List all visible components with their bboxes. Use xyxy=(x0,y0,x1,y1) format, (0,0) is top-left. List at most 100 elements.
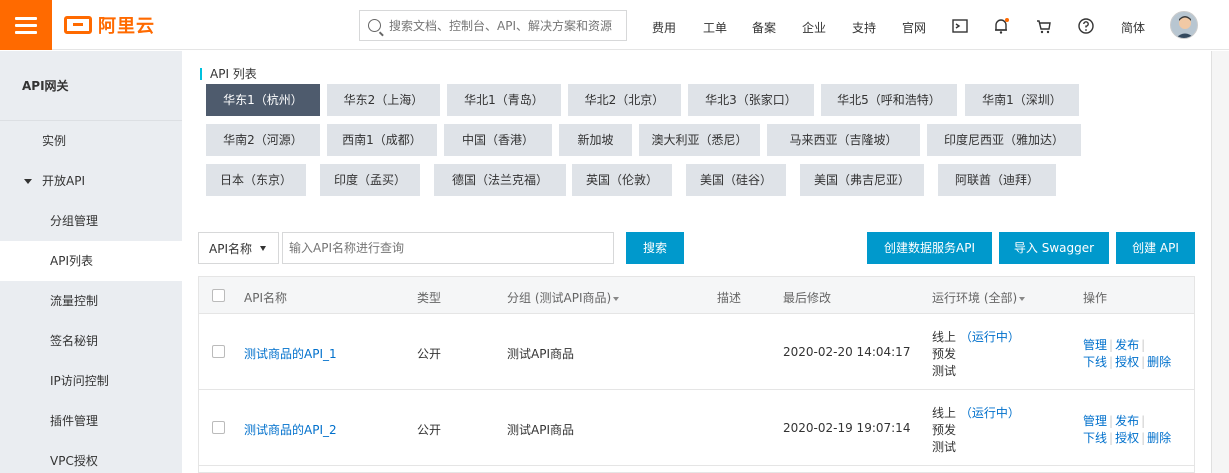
api-group: 测试API商品 xyxy=(507,423,574,437)
authorize-link[interactable]: 授权 xyxy=(1115,355,1139,369)
nav-icp[interactable]: 备案 xyxy=(752,19,776,36)
manage-link[interactable]: 管理 xyxy=(1083,338,1107,352)
region-tab[interactable]: 马来西亚（吉隆坡） xyxy=(767,124,920,156)
env-running-status[interactable]: （运行中） xyxy=(960,330,1020,344)
api-type: 公开 xyxy=(417,347,442,361)
sidebar-item-sign-key[interactable]: 签名秘钥 xyxy=(0,321,182,361)
global-search[interactable] xyxy=(359,10,627,41)
user-avatar-icon xyxy=(1171,12,1197,38)
region-tab[interactable]: 阿联酋（迪拜） xyxy=(938,164,1056,196)
publish-link[interactable]: 发布 xyxy=(1115,338,1139,352)
api-name-link[interactable]: 测试商品的API_2 xyxy=(244,421,337,438)
nav-website[interactable]: 官网 xyxy=(902,19,926,36)
delete-link[interactable]: 删除 xyxy=(1147,431,1171,445)
sidebar-group-open-api[interactable]: 开放API xyxy=(0,161,182,201)
chevron-down-icon xyxy=(1019,296,1026,301)
authorize-link[interactable]: 授权 xyxy=(1115,431,1139,445)
aliyun-logo-icon xyxy=(64,16,92,34)
filter-select-value: API名称 xyxy=(209,241,252,256)
help-icon[interactable] xyxy=(1077,17,1095,35)
env-running-status[interactable]: （运行中） xyxy=(960,406,1020,420)
region-tab[interactable]: 华东2（上海） xyxy=(327,84,440,116)
avatar[interactable] xyxy=(1170,11,1198,39)
offline-link[interactable]: 下线 xyxy=(1083,431,1107,445)
region-tab[interactable]: 澳大利亚（悉尼） xyxy=(639,124,760,156)
filter-select[interactable]: API名称 xyxy=(198,232,279,264)
nav-support[interactable]: 支持 xyxy=(852,19,876,36)
language-switch[interactable]: 简体 xyxy=(1121,19,1145,36)
select-all-checkbox[interactable] xyxy=(212,289,225,302)
offline-link[interactable]: 下线 xyxy=(1083,355,1107,369)
nav-enterprise[interactable]: 企业 xyxy=(802,19,826,36)
column-header-env-label: 运行环境 (全部) xyxy=(932,291,1018,305)
row-checkbox[interactable] xyxy=(212,421,225,434)
sidebar-item-instance[interactable]: 实例 xyxy=(0,121,182,161)
region-tab[interactable]: 新加坡 xyxy=(559,124,632,156)
terminal-icon[interactable] xyxy=(951,17,969,35)
region-tab[interactable]: 华北1（青岛） xyxy=(447,84,561,116)
sidebar-item-plugin-mgmt[interactable]: 插件管理 xyxy=(0,401,182,441)
region-tab[interactable]: 英国（伦敦） xyxy=(572,164,672,196)
api-type: 公开 xyxy=(417,423,442,437)
nav-fees[interactable]: 费用 xyxy=(652,19,676,36)
api-name-link[interactable]: 测试商品的API_1 xyxy=(244,345,337,362)
region-tab[interactable]: 印度（孟买） xyxy=(320,164,420,196)
sidebar: API网关 实例 开放API 分组管理 API列表 流量控制 签名秘钥 IP访问… xyxy=(0,51,182,473)
region-tab[interactable]: 华北2（北京） xyxy=(568,84,681,116)
sidebar-item-group-mgmt[interactable]: 分组管理 xyxy=(0,201,182,241)
global-search-input[interactable] xyxy=(389,18,619,33)
scrollbar[interactable] xyxy=(1211,51,1229,473)
bell-icon[interactable] xyxy=(992,17,1010,35)
sidebar-item-flow-control[interactable]: 流量控制 xyxy=(0,281,182,321)
sidebar-item-api-list[interactable]: API列表 xyxy=(0,241,182,281)
column-header-group[interactable]: 分组 (测试API商品) xyxy=(507,289,620,306)
api-name-search-input[interactable] xyxy=(282,232,614,264)
chevron-down-icon xyxy=(613,296,620,301)
api-modified: 2020-02-19 19:07:14 xyxy=(783,421,911,435)
env-test: 测试 xyxy=(932,364,957,378)
region-tab[interactable]: 中国（香港） xyxy=(444,124,552,156)
logo[interactable]: 阿里云 xyxy=(64,14,155,37)
region-tab[interactable]: 华东1（杭州） xyxy=(206,84,320,116)
region-tab[interactable]: 华南2（河源） xyxy=(206,124,320,156)
region-tab[interactable]: 日本（东京） xyxy=(206,164,306,196)
column-header-modified: 最后修改 xyxy=(783,291,832,305)
logo-text: 阿里云 xyxy=(98,16,155,37)
column-header-env[interactable]: 运行环境 (全部) xyxy=(932,289,1026,306)
create-data-service-api-button[interactable]: 创建数据服务API xyxy=(867,232,992,264)
table-header: API名称 类型 分组 (测试API商品) 描述 最后修改 运行环境 (全部) … xyxy=(199,277,1194,314)
region-tab[interactable]: 美国（硅谷） xyxy=(686,164,786,196)
nav-tickets[interactable]: 工单 xyxy=(703,19,727,36)
ops-line-1: 管理 | 发布 | xyxy=(1083,338,1146,352)
ops-line-1: 管理 | 发布 | xyxy=(1083,414,1146,428)
publish-link[interactable]: 发布 xyxy=(1115,414,1139,428)
env-pre: 预发 xyxy=(932,347,957,361)
region-tab[interactable]: 美国（弗吉尼亚） xyxy=(800,164,924,196)
sidebar-item-ip-control[interactable]: IP访问控制 xyxy=(0,361,182,401)
menu-icon[interactable] xyxy=(0,0,52,50)
search-icon xyxy=(368,19,381,32)
delete-link[interactable]: 删除 xyxy=(1147,355,1171,369)
column-header-group-label: 分组 (测试API商品) xyxy=(507,291,612,305)
column-header-type: 类型 xyxy=(417,291,442,305)
region-tab[interactable]: 华北3（张家口） xyxy=(688,84,814,116)
column-header-desc: 描述 xyxy=(717,291,742,305)
env-online: 线上 （运行中） xyxy=(932,328,1020,345)
region-tab[interactable]: 华南1（深圳） xyxy=(965,84,1079,116)
search-button[interactable]: 搜索 xyxy=(626,232,684,264)
env-test: 测试 xyxy=(932,440,957,454)
region-tab[interactable]: 印度尼西亚（雅加达） xyxy=(927,124,1081,156)
cart-icon[interactable] xyxy=(1035,17,1053,35)
create-api-button[interactable]: 创建 API xyxy=(1116,232,1195,264)
region-tab[interactable]: 西南1（成都） xyxy=(327,124,437,156)
import-swagger-button[interactable]: 导入 Swagger xyxy=(999,232,1109,264)
env-pre: 预发 xyxy=(932,423,957,437)
top-bar: 阿里云 费用 工单 备案 企业 支持 官网 简体 xyxy=(0,0,1229,50)
region-tab[interactable]: 华北5（呼和浩特） xyxy=(821,84,957,116)
region-tab[interactable]: 德国（法兰克福） xyxy=(434,164,566,196)
ops-line-2: 下线 | 授权 | 删除 xyxy=(1083,431,1172,445)
ops-line-2: 下线 | 授权 | 删除 xyxy=(1083,355,1172,369)
sidebar-item-vpc-auth[interactable]: VPC授权 xyxy=(0,441,182,473)
row-checkbox[interactable] xyxy=(212,345,225,358)
manage-link[interactable]: 管理 xyxy=(1083,414,1107,428)
